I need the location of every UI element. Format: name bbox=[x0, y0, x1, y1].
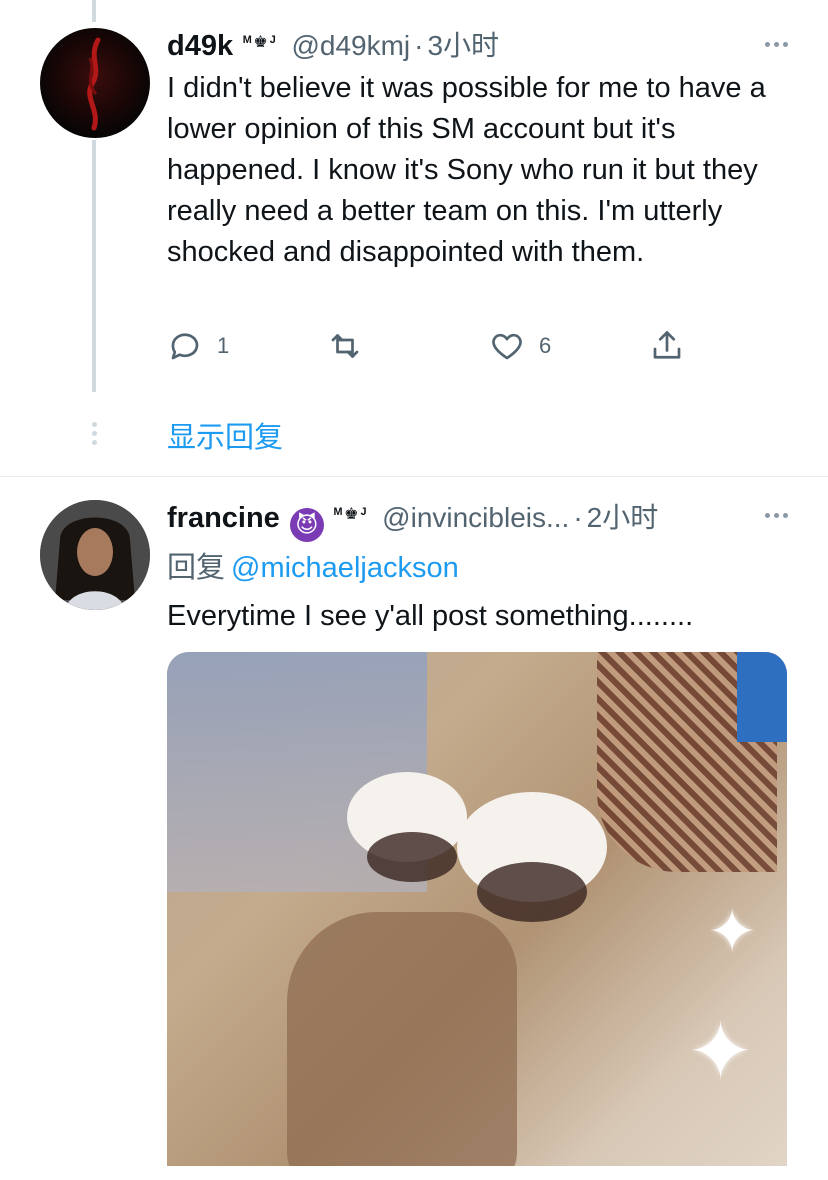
tweet-header: francine 😈 ᴹ♚ᴶ @invincibleis... · 2小时 bbox=[167, 496, 659, 542]
avatar[interactable] bbox=[40, 500, 150, 610]
tweet-text: I didn't believe it was possible for me … bbox=[167, 72, 766, 268]
display-name[interactable]: d49k bbox=[167, 30, 233, 63]
like-count: 6 bbox=[539, 333, 552, 358]
reply-mention-link[interactable]: @michaeljackson bbox=[231, 552, 459, 584]
tweet-media-image[interactable]: ✦ ✦ bbox=[167, 652, 787, 1180]
user-handle[interactable]: @invincibleis... bbox=[382, 502, 569, 534]
tweet-actions: 1 6 bbox=[167, 328, 707, 368]
reply-icon bbox=[171, 333, 199, 360]
heart-icon bbox=[492, 333, 522, 360]
reply-button[interactable]: 1 bbox=[167, 328, 229, 364]
tweet-text: Everytime I see y'all post something....… bbox=[167, 600, 694, 632]
share-icon bbox=[653, 331, 681, 359]
tweet-header: d49k ᴹ♚ᴶ @d49kmj · 3小时 bbox=[167, 24, 499, 64]
thread-line bbox=[92, 0, 96, 22]
bottom-edge bbox=[0, 1166, 828, 1180]
reply-prefix: 回复 bbox=[167, 552, 226, 584]
show-replies-link[interactable]: 显示回复 bbox=[167, 414, 283, 456]
name-badge: ᴹ♚ᴶ bbox=[333, 506, 369, 523]
user-handle[interactable]: @d49kmj bbox=[291, 30, 410, 62]
retweet-button[interactable] bbox=[327, 328, 363, 364]
separator: · bbox=[414, 30, 424, 61]
share-button[interactable] bbox=[649, 328, 685, 364]
like-button[interactable]: 6 bbox=[489, 328, 551, 364]
thread-collapsed-dots bbox=[90, 422, 98, 448]
display-name[interactable]: francine bbox=[167, 502, 280, 535]
more-icon[interactable] bbox=[765, 42, 788, 47]
avatar[interactable] bbox=[40, 28, 150, 138]
more-icon[interactable] bbox=[765, 513, 788, 518]
timestamp[interactable]: 3小时 bbox=[427, 24, 499, 64]
reply-count: 1 bbox=[217, 333, 230, 358]
name-badge: ᴹ♚ᴶ bbox=[243, 34, 278, 51]
timestamp[interactable]: 2小时 bbox=[587, 496, 659, 536]
retweet-icon bbox=[331, 334, 359, 358]
reply-context: 回复 @michaeljackson bbox=[167, 544, 459, 586]
devil-emoji-icon: 😈 bbox=[289, 508, 324, 542]
thread-line bbox=[92, 140, 96, 392]
separator: · bbox=[573, 502, 583, 533]
tweet-thread: d49k ᴹ♚ᴶ @d49kmj · 3小时 I didn't believe … bbox=[0, 0, 828, 1180]
divider bbox=[0, 476, 828, 477]
